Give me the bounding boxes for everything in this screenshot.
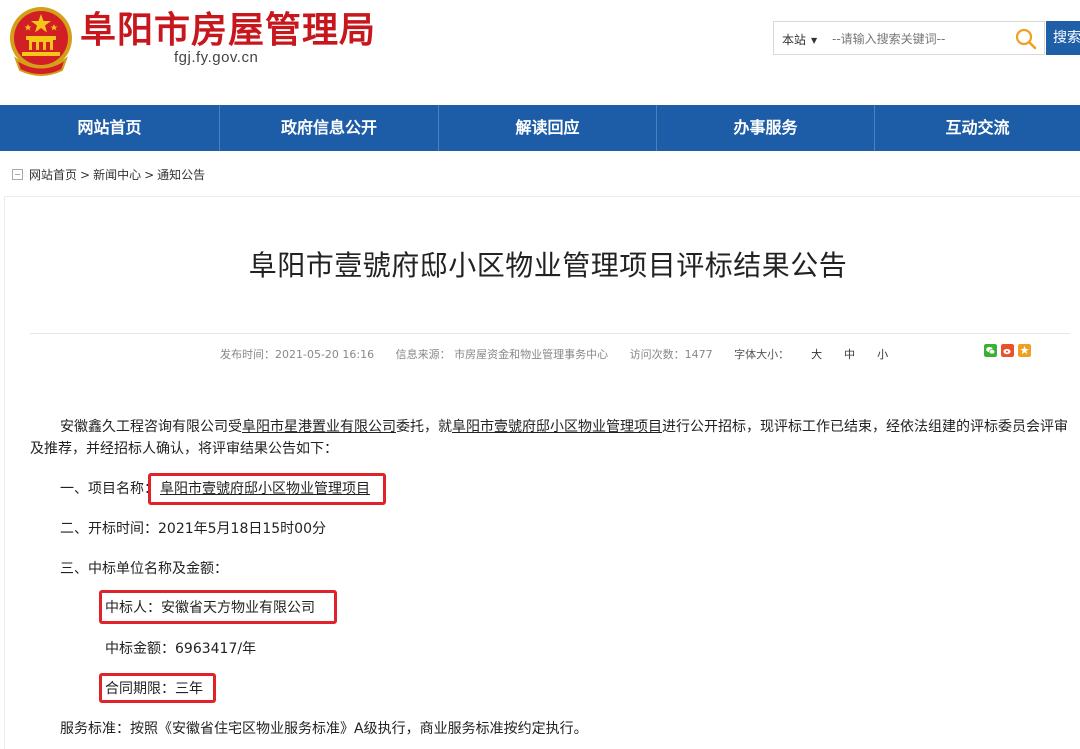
intro-text-2: 委托，就 (396, 419, 452, 435)
info-source: 信息来源： 市房屋资金和物业管理事务中心 (395, 348, 609, 361)
search-scope-label: 本站 (782, 33, 807, 47)
article-title: 阜阳市壹號府邸小区物业管理项目评标结果公告 (248, 249, 848, 282)
search-icon[interactable] (1014, 27, 1038, 51)
intro-text-1: 安徽鑫久工程咨询有限公司受 (60, 419, 242, 435)
search-box: 本站 ▼ (773, 21, 1045, 55)
nav-home[interactable]: 网站首页 (0, 105, 220, 151)
item-opening-time: 二、开标时间：2021年5月18日15时00分 (60, 521, 326, 537)
site-title: 阜阳市房屋管理局 (80, 9, 377, 51)
font-size-label: 字体大小： (734, 348, 790, 361)
breadcrumb-separator: > (80, 168, 91, 182)
service-standard-line: 服务标准：按照《安徽省住宅区物业服务标准》A级执行，商业服务标准按约定执行。 (60, 721, 588, 737)
highlight-box-project (148, 473, 386, 505)
site-domain: fgj.fy.gov.cn (174, 49, 259, 66)
visit-count: 访问次数：1477 (629, 348, 713, 361)
article-meta: 发布时间：2021-05-20 16:16 信息来源： 市房屋资金和物业管理事务… (220, 346, 906, 362)
item1-label: 一、项目名称： (60, 481, 158, 497)
nav-services[interactable]: 办事服务 (657, 105, 875, 151)
amount-line: 中标金额：6963417/年 (105, 641, 257, 657)
font-size-small[interactable]: 小 (877, 348, 888, 361)
publish-time: 发布时间：2021-05-20 16:16 (220, 348, 375, 361)
item-winner-heading: 三、中标单位名称及金额： (60, 561, 228, 577)
search-scope-select[interactable]: 本站 ▼ (782, 31, 817, 48)
breadcrumb-separator: > (144, 168, 155, 182)
title-divider (30, 333, 1070, 334)
highlight-box-contract (99, 673, 216, 703)
breadcrumb-news[interactable]: 新闻中心 (93, 168, 141, 182)
breadcrumb-icon (12, 169, 23, 180)
nav-interaction[interactable]: 互动交流 (875, 105, 1080, 151)
breadcrumb: 网站首页 > 新闻中心 > 通知公告 (12, 166, 205, 183)
breadcrumb-home[interactable]: 网站首页 (29, 168, 77, 182)
favorite-icon[interactable] (1018, 344, 1031, 357)
national-emblem-icon (10, 7, 72, 76)
font-size-medium[interactable]: 中 (844, 348, 855, 361)
share-bar (984, 344, 1031, 357)
breadcrumb-notices[interactable]: 通知公告 (157, 168, 205, 182)
font-size-large[interactable]: 大 (811, 348, 822, 361)
main-nav: 网站首页 政府信息公开 解读回应 办事服务 互动交流 (0, 105, 1080, 151)
intro-paragraph: 安徽鑫久工程咨询有限公司受阜阳市星港置业有限公司委托，就阜阳市壹號府邸小区物业管… (30, 416, 1070, 460)
caret-down-icon: ▼ (811, 36, 818, 45)
search-button[interactable]: 搜索 (1046, 21, 1080, 55)
project-name-inline: 阜阳市壹號府邸小区物业管理项目 (452, 419, 662, 435)
highlight-box-winner (99, 590, 337, 624)
font-size-control: 字体大小： 大 中 小 (734, 348, 906, 361)
wechat-icon[interactable] (984, 344, 997, 357)
nav-interpretation[interactable]: 解读回应 (439, 105, 657, 151)
entity-name: 阜阳市星港置业有限公司 (242, 419, 396, 435)
nav-gov-info[interactable]: 政府信息公开 (220, 105, 439, 151)
site-header: 阜阳市房屋管理局 fgj.fy.gov.cn 本站 ▼ 搜索 (0, 0, 1080, 105)
search-input[interactable] (832, 28, 1002, 50)
weibo-icon[interactable] (1001, 344, 1014, 357)
